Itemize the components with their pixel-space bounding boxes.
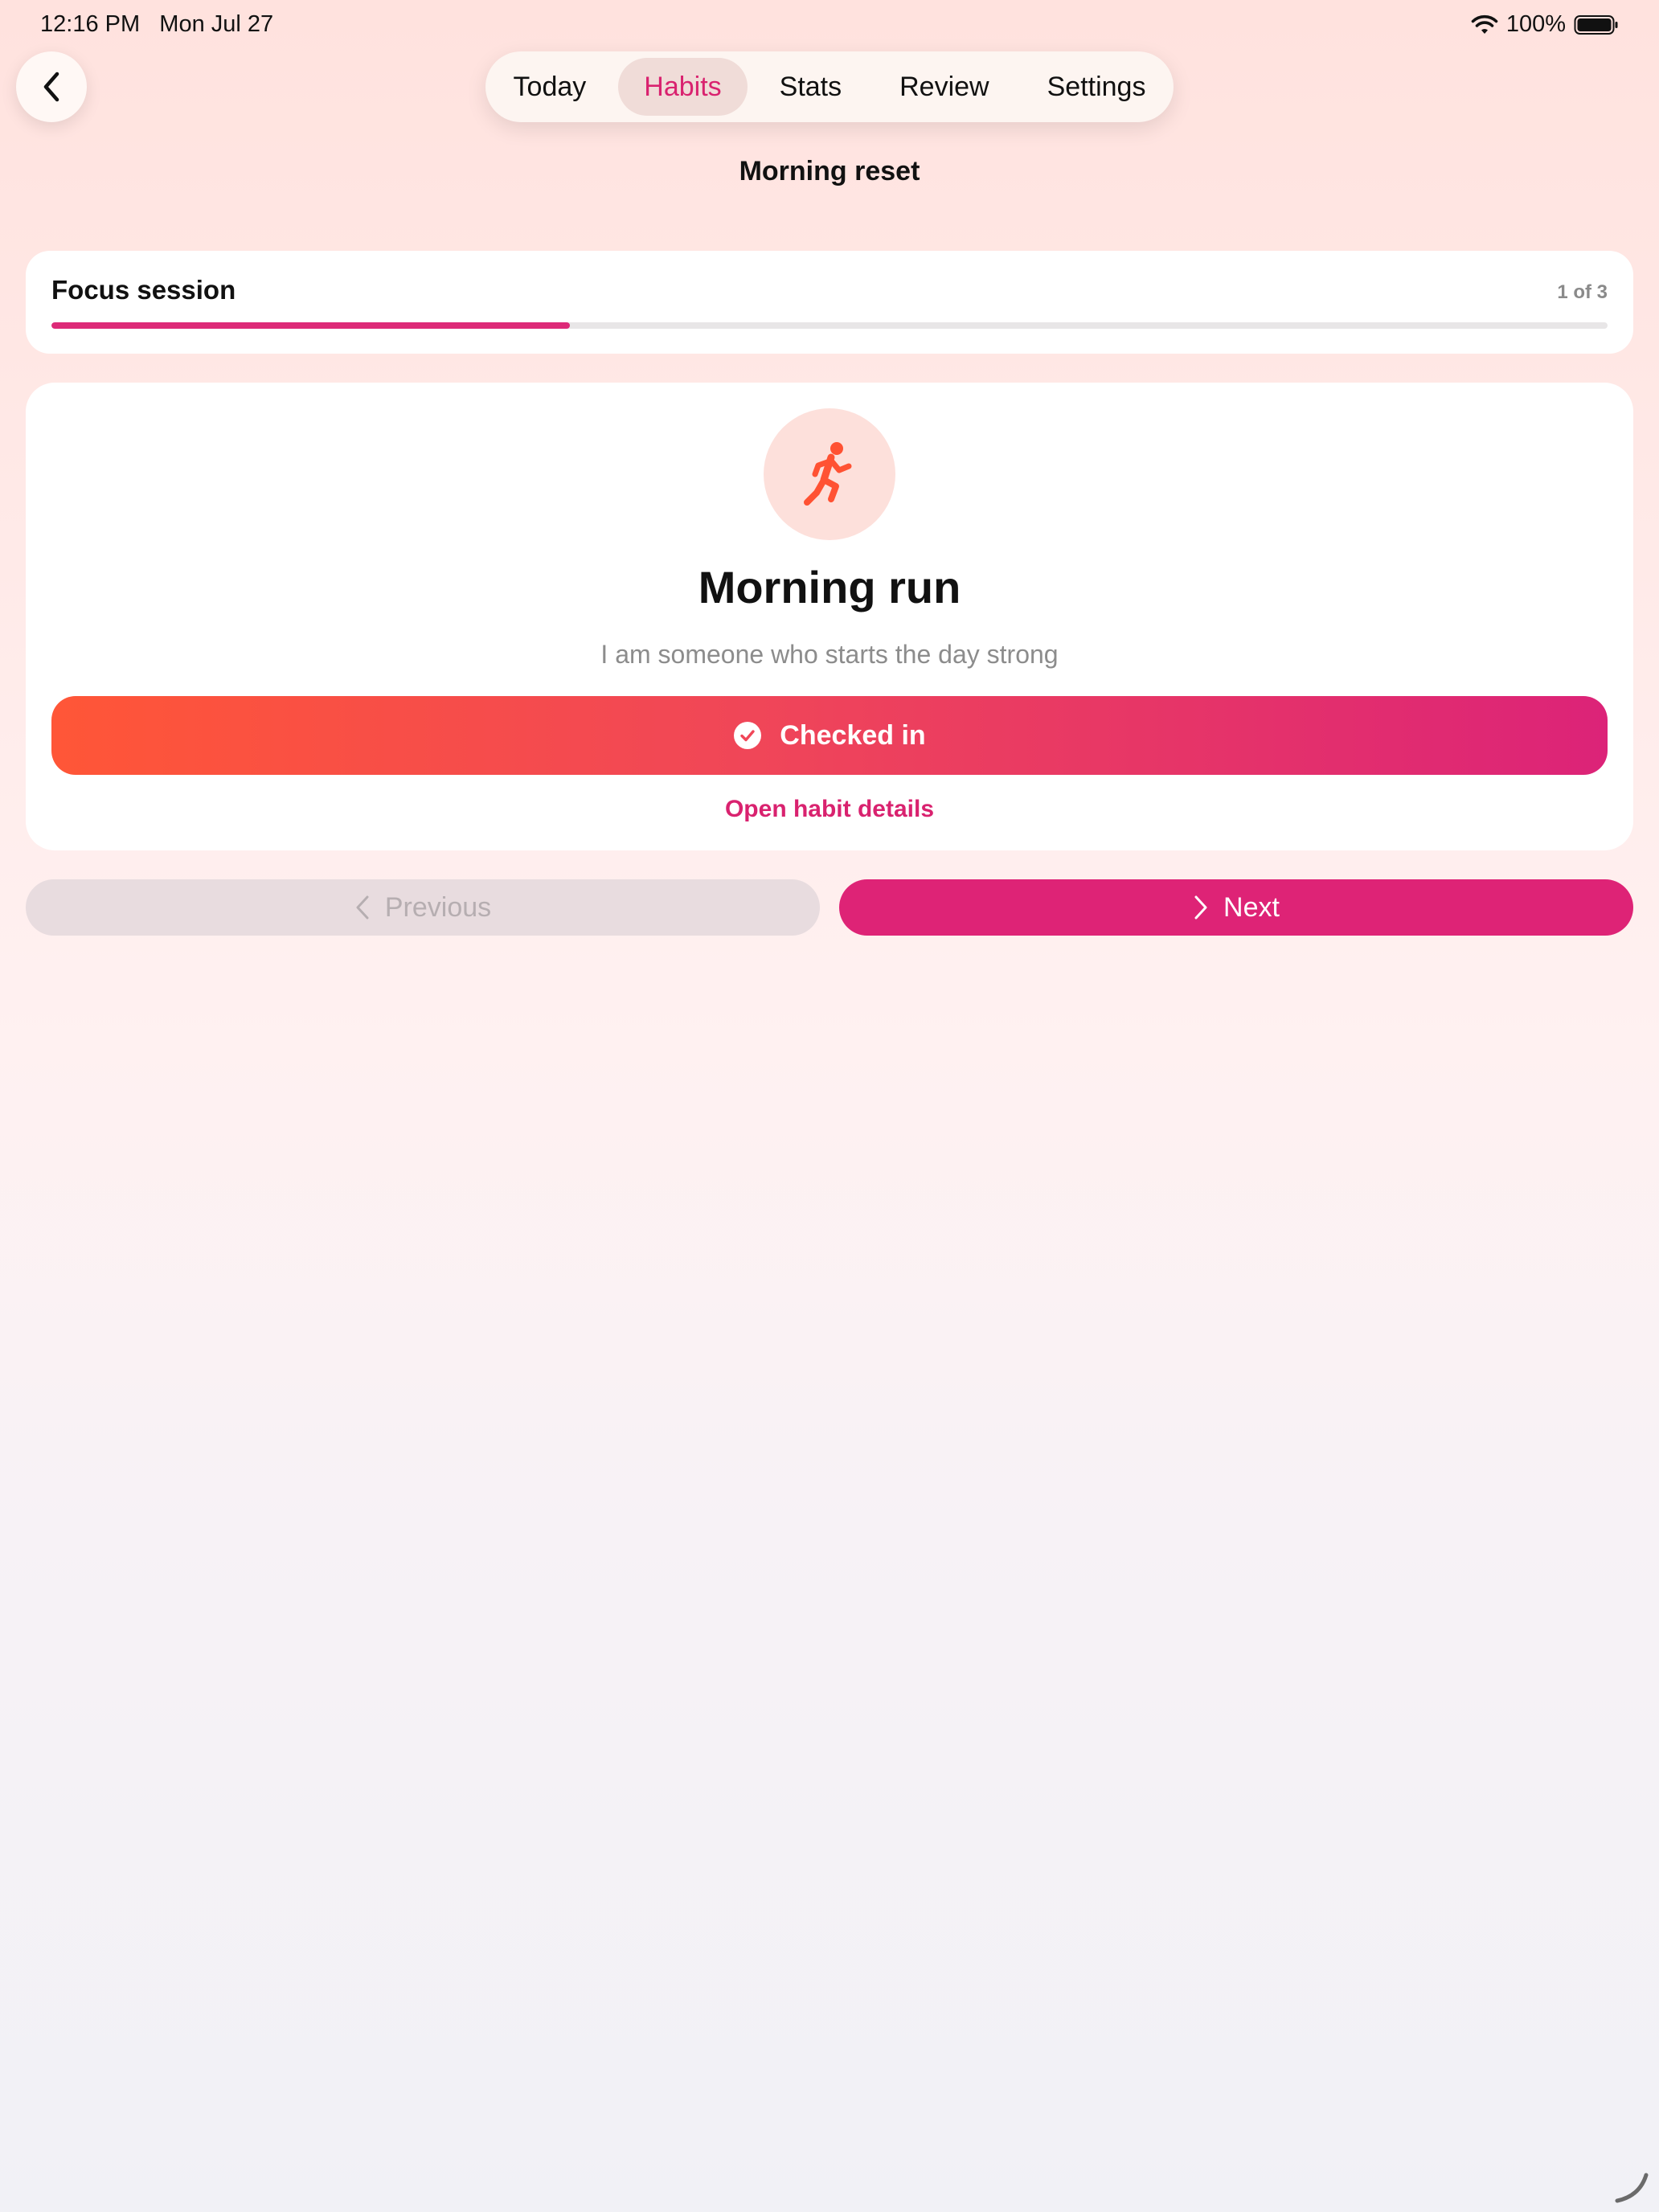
open-habit-details-link[interactable]: Open habit details [26, 796, 1633, 823]
previous-label: Previous [384, 891, 492, 923]
session-title: Focus session [51, 275, 236, 305]
next-button[interactable]: Next [839, 879, 1633, 936]
checked-in-label: Checked in [780, 719, 926, 751]
chevron-left-icon [43, 72, 59, 102]
corner-indicator-icon [1615, 2173, 1649, 2203]
checkmark-circle-icon [734, 722, 762, 749]
status-bar: 12:16 PM Mon Jul 27 100% [0, 0, 1659, 51]
habit-identity-statement: I am someone who starts the day strong [600, 640, 1059, 669]
chevron-right-icon [1194, 895, 1207, 920]
habit-name: Morning run [698, 562, 961, 612]
session-count: 1 of 3 [1557, 281, 1608, 303]
progress-fill [51, 322, 571, 329]
next-label: Next [1223, 891, 1280, 923]
progress-track [51, 322, 1608, 329]
previous-button[interactable]: Previous [26, 879, 820, 936]
status-indicators: 100% [1471, 11, 1619, 38]
running-figure-icon [804, 442, 852, 506]
tab-stats[interactable]: Stats [754, 58, 867, 116]
battery-icon [1574, 14, 1618, 35]
tab-review[interactable]: Review [874, 58, 1014, 116]
battery-percentage: 100% [1505, 11, 1566, 37]
tab-today[interactable]: Today [488, 58, 612, 116]
habit-card: Morning run I am someone who starts the … [26, 383, 1633, 850]
page-title: Morning reset [739, 156, 920, 186]
wifi-icon [1471, 14, 1498, 34]
chevron-left-icon [356, 895, 369, 920]
habit-icon-badge [764, 408, 895, 540]
tab-habits[interactable]: Habits [618, 58, 748, 116]
back-button[interactable] [16, 51, 87, 122]
checked-in-button[interactable]: Checked in [51, 696, 1608, 775]
tab-bar: Today Habits Stats Review Settings [485, 51, 1174, 122]
session-progress-card: Focus session 1 of 3 [26, 251, 1633, 354]
tab-settings[interactable]: Settings [1022, 58, 1172, 116]
status-time: 12:16 PM Mon Jul 27 [40, 11, 274, 37]
